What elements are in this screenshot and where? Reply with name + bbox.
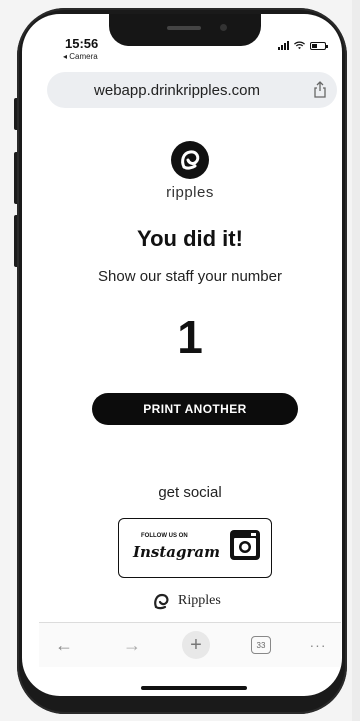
url-text: webapp.drinkripples.com [94,82,260,99]
ripples-logo-icon [171,141,209,179]
logo-wordmark: ripples [166,184,214,201]
status-icons [278,41,328,50]
new-tab-button[interactable]: + [181,623,211,667]
browser-toolbar: ← → + 33 ··· [39,622,341,667]
instagram-wordmark: Instagram [133,543,220,561]
instruction-text: Show our staff your number [98,268,282,285]
share-icon[interactable] [313,81,327,98]
wifi-icon [294,41,305,50]
back-arrow-icon[interactable]: ← [49,623,79,667]
battery-icon [310,41,328,50]
front-camera [220,24,227,31]
speaker [167,26,201,30]
tabs-button[interactable]: 33 [246,623,276,667]
phone-notch [109,14,261,46]
address-bar[interactable]: webapp.drinkripples.com [47,72,337,108]
success-headline: You did it! [137,226,243,251]
ripples-link-label: Ripples [178,593,221,608]
more-icon[interactable]: ··· [303,623,333,667]
ripples-social-link[interactable]: Ripples [150,590,221,612]
instagram-follow-badge[interactable]: FOLLOW US ON Instagram [118,518,272,578]
status-time: 15:56 [65,36,99,51]
new-tab-icon: + [182,631,210,659]
social-heading: get social [158,484,222,501]
ripples-small-icon [154,593,169,610]
instagram-icon [230,530,260,560]
order-number: 1 [177,311,203,363]
signal-icon [278,41,289,50]
home-indicator [141,686,247,690]
instagram-follow-label: FOLLOW US ON [141,533,188,539]
back-to-camera-link[interactable]: ◂ Camera [63,52,98,61]
print-another-button[interactable]: PRINT ANOTHER [92,393,298,425]
tabs-icon: 33 [251,636,271,654]
forward-arrow-icon[interactable]: → [117,623,147,667]
